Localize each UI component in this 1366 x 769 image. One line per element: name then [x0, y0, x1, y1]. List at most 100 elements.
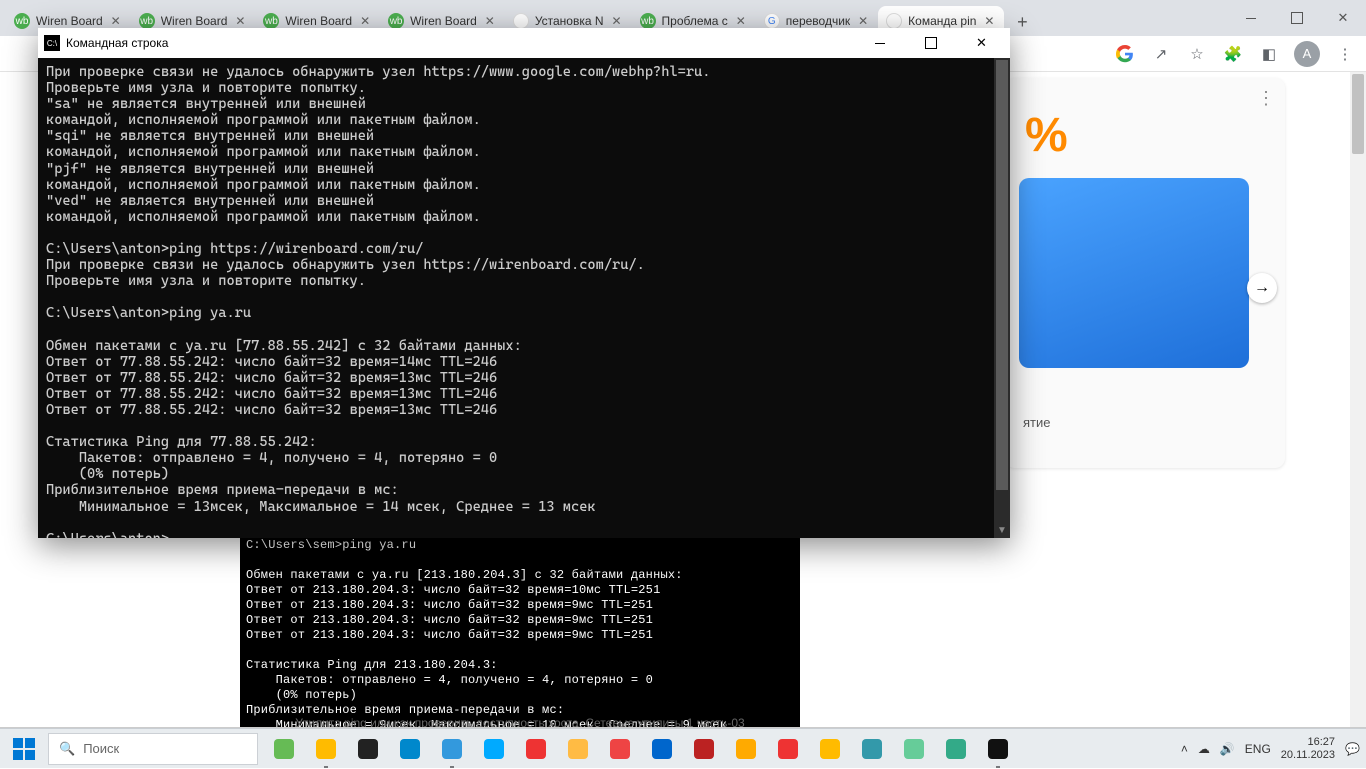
tab-title: Wiren Board [161, 14, 228, 28]
clock-time: 16:27 [1308, 736, 1336, 748]
cmd-maximize-button[interactable] [908, 28, 953, 58]
tab-favicon-icon: wb [263, 13, 279, 29]
tab-close-icon[interactable]: ✕ [109, 14, 123, 28]
search-icon: 🔍 [59, 741, 75, 757]
tab-title: Проблема с [662, 14, 728, 28]
app-icon [610, 739, 630, 759]
taskbar-app-icon[interactable] [978, 729, 1018, 769]
sidebar-promo-card: % ⋮ → ятие [1005, 78, 1285, 468]
app-icon [694, 739, 714, 759]
page-scrollbar-thumb[interactable] [1352, 74, 1364, 154]
tab-close-icon[interactable]: ✕ [233, 14, 247, 28]
app-icon [820, 739, 840, 759]
cmd-close-button[interactable] [959, 28, 1004, 58]
cmd-title-bar[interactable]: C:\ Командная строка [38, 28, 1010, 58]
google-services-icon[interactable] [1114, 43, 1136, 65]
tab-title: Wiren Board [36, 14, 103, 28]
chrome-minimize-button[interactable] [1228, 0, 1274, 36]
tab-favicon-icon: G [764, 13, 780, 29]
tab-favicon-icon: wb [139, 13, 155, 29]
taskbar-app-icon[interactable] [642, 729, 682, 769]
app-icon [568, 739, 588, 759]
taskbar-app-icon[interactable] [936, 729, 976, 769]
taskbar-app-icon[interactable] [348, 729, 388, 769]
taskbar-app-icon[interactable] [264, 729, 304, 769]
chrome-close-button[interactable] [1320, 0, 1366, 36]
taskbar-app-icon[interactable] [516, 729, 556, 769]
chrome-window-controls [1228, 0, 1366, 36]
taskbar-app-icon[interactable] [894, 729, 934, 769]
carousel-next-icon[interactable]: → [1247, 273, 1277, 303]
app-icon [988, 739, 1008, 759]
cmd-minimize-button[interactable] [857, 28, 902, 58]
bookmark-star-icon[interactable]: ☆ [1186, 43, 1208, 65]
cmd-scrollbar[interactable]: ▲ ▼ [994, 58, 1010, 538]
taskbar-apps [264, 729, 1018, 769]
notifications-icon[interactable]: 💬 [1345, 742, 1360, 756]
tab-title: переводчик [786, 14, 850, 28]
taskbar-app-icon[interactable] [306, 729, 346, 769]
tab-close-icon[interactable]: ✕ [734, 14, 748, 28]
app-icon [736, 739, 756, 759]
app-icon [316, 739, 336, 759]
tab-close-icon[interactable]: ✕ [358, 14, 372, 28]
tab-title: Wiren Board [410, 14, 477, 28]
taskbar-app-icon[interactable] [852, 729, 892, 769]
tab-title: Команда pin [908, 14, 976, 28]
app-icon [484, 739, 504, 759]
profile-avatar[interactable]: A [1294, 41, 1320, 67]
windows-logo-icon [13, 738, 35, 760]
cmd-window: C:\ Командная строка При проверке связи … [38, 28, 1010, 538]
taskbar-app-icon[interactable] [600, 729, 640, 769]
promo-label: ятие [1023, 415, 1051, 430]
page-scrollbar[interactable] [1350, 72, 1366, 727]
taskbar-app-icon[interactable] [558, 729, 598, 769]
extensions-icon[interactable]: 🧩 [1222, 43, 1244, 65]
chrome-menu-icon[interactable]: ⋮ [1334, 43, 1356, 65]
chrome-maximize-button[interactable] [1274, 0, 1320, 36]
taskbar-app-icon[interactable] [474, 729, 514, 769]
tab-title: Установка N [535, 14, 604, 28]
app-icon [862, 739, 882, 759]
tab-close-icon[interactable]: ✕ [856, 14, 870, 28]
promo-image [1019, 178, 1249, 368]
taskbar-app-icon[interactable] [768, 729, 808, 769]
tray-cloud-icon[interactable]: ☁ [1198, 742, 1210, 756]
app-icon [946, 739, 966, 759]
taskbar-clock[interactable]: 16:27 20.11.2023 [1281, 736, 1335, 760]
tab-favicon-icon [886, 13, 902, 29]
tab-close-icon[interactable]: ✕ [483, 14, 497, 28]
cmd-scroll-down-icon[interactable]: ▼ [994, 522, 1010, 538]
tab-close-icon[interactable]: ✕ [610, 14, 624, 28]
taskbar-search[interactable]: 🔍 Поиск [48, 733, 258, 765]
promo-percent: % [1025, 108, 1068, 163]
tray-chevron-icon[interactable]: ˄ [1181, 742, 1188, 756]
side-panel-icon[interactable]: ◧ [1258, 43, 1280, 65]
image-caption: Утилита ping или как проверить доступнос… [240, 716, 800, 727]
taskbar: 🔍 Поиск ˄ ☁ 🔊 ENG 16:27 20.11.2023 💬 [0, 728, 1366, 768]
taskbar-app-icon[interactable] [726, 729, 766, 769]
tab-close-icon[interactable]: ✕ [982, 14, 996, 28]
tab-favicon-icon [513, 13, 529, 29]
tab-title: Wiren Board [285, 14, 352, 28]
new-tab-button[interactable]: + [1008, 8, 1036, 36]
cmd-title-text: Командная строка [66, 36, 851, 50]
taskbar-app-icon[interactable] [684, 729, 724, 769]
app-icon [400, 739, 420, 759]
share-icon[interactable]: ↗ [1150, 43, 1172, 65]
search-placeholder-text: Поиск [83, 741, 119, 756]
cmd-output[interactable]: При проверке связи не удалось обнаружить… [38, 58, 1010, 538]
tab-favicon-icon: wb [14, 13, 30, 29]
taskbar-app-icon[interactable] [390, 729, 430, 769]
clock-date: 20.11.2023 [1281, 749, 1335, 761]
app-icon [904, 739, 924, 759]
tray-language-indicator[interactable]: ENG [1245, 742, 1271, 756]
card-menu-icon[interactable]: ⋮ [1257, 88, 1275, 109]
taskbar-app-icon[interactable] [810, 729, 850, 769]
taskbar-app-icon[interactable] [432, 729, 472, 769]
cmd-scrollbar-thumb[interactable] [996, 60, 1008, 490]
app-icon [274, 739, 294, 759]
start-button[interactable] [0, 729, 48, 769]
app-icon [652, 739, 672, 759]
tray-volume-icon[interactable]: 🔊 [1220, 742, 1235, 756]
